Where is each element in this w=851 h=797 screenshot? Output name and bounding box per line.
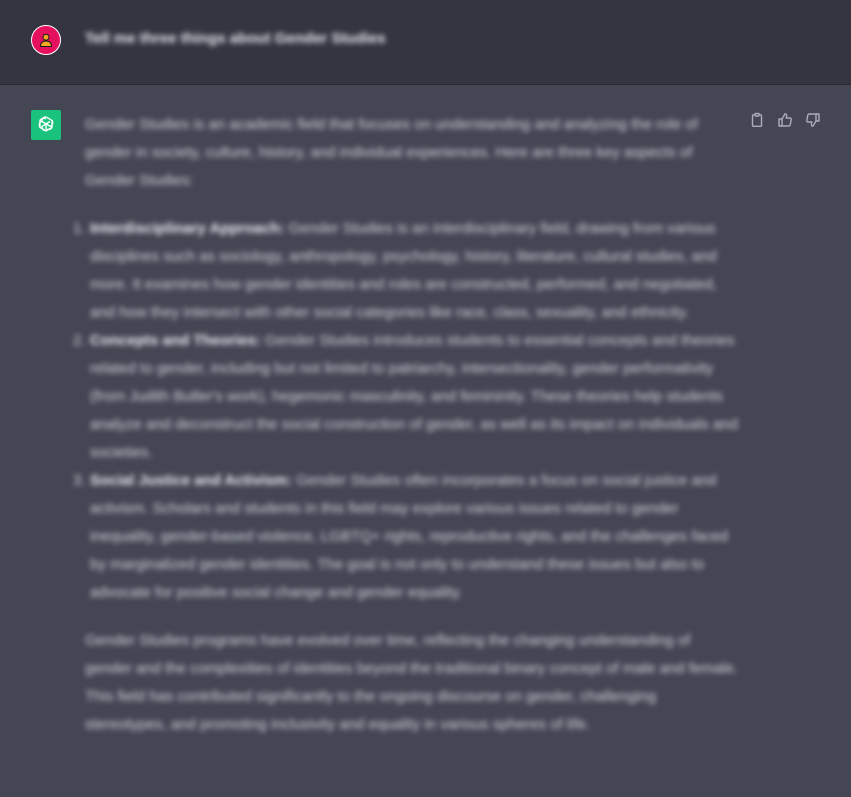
thumbs-down-icon [805,112,821,128]
copy-icon [749,112,765,128]
assistant-avatar [31,110,61,140]
list-item: 1. Interdisciplinary Approach: Gender Stu… [73,215,740,327]
openai-logo-icon [35,114,57,136]
thumbs-down-button[interactable] [804,111,822,129]
user-message-text: Tell me three things about Gender Studie… [85,30,386,47]
list-item: 2. Concepts and Theories: Gender Studies … [73,327,740,467]
thumbs-up-button[interactable] [776,111,794,129]
assistant-message-content: Gender Studies is an academic field that… [73,111,740,759]
user-icon [38,32,54,48]
user-avatar [31,25,61,55]
list-item-number: 2. [73,332,86,349]
key-aspects-list: 1. Interdisciplinary Approach: Gender Stu… [73,215,740,607]
list-item-title: Interdisciplinary Approach: [90,220,285,237]
outro-paragraph: Gender Studies programs have evolved ove… [85,632,738,733]
assistant-message-row: Gender Studies is an academic field that… [0,85,851,797]
user-message-row: Tell me three things about Gender Studie… [0,0,851,85]
list-item-number: 1. [73,220,86,237]
list-item: 3. Social Justice and Activism: Gender St… [73,467,740,607]
thumbs-up-icon [777,112,793,128]
list-item-text: Gender Studies introduces students to es… [90,332,738,461]
list-item-title: Concepts and Theories: [90,332,261,349]
message-actions [748,111,822,131]
list-item-title: Social Justice and Activism: [90,472,293,489]
copy-button[interactable] [748,111,766,129]
list-item-number: 3. [73,472,86,489]
intro-paragraph: Gender Studies is an academic field that… [85,116,698,189]
list-item-text: Gender Studies often incorporates a focu… [90,472,729,601]
